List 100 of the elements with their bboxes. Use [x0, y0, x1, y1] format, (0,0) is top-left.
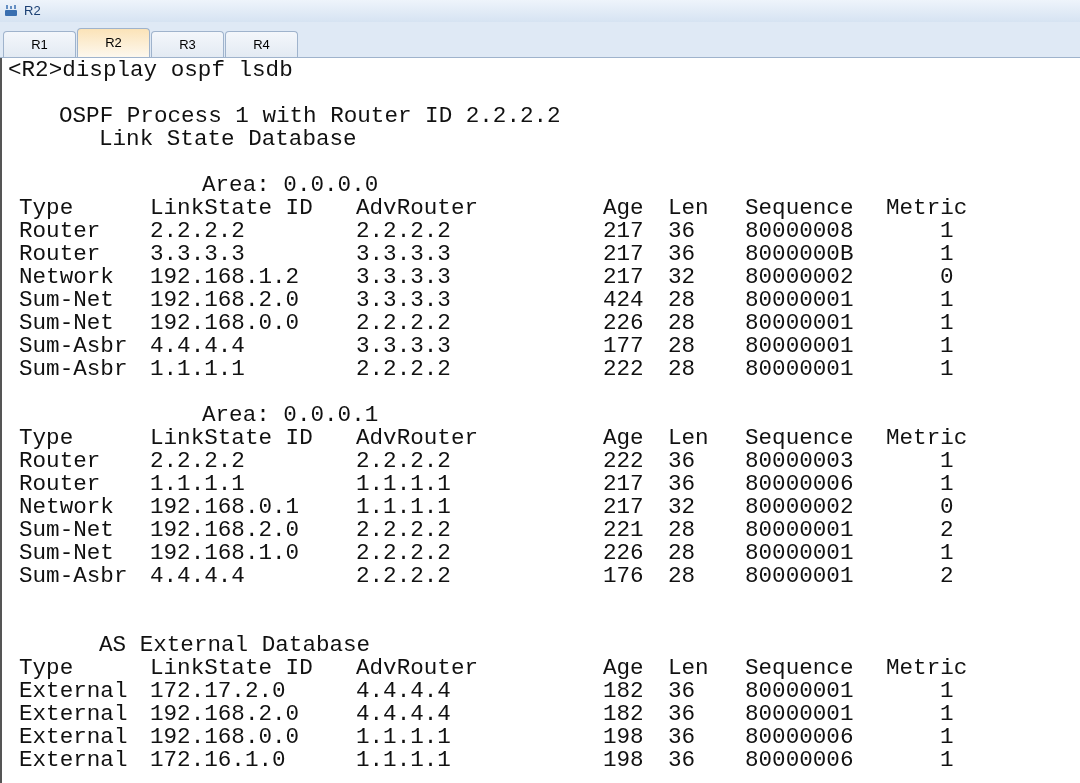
table-cell: 192.168.2.0: [150, 287, 300, 313]
table-cell: 2.2.2.2: [356, 517, 451, 543]
table-cell: Network: [19, 264, 114, 290]
table-cell: 226: [603, 310, 644, 336]
table-cell: 3.3.3.3: [356, 264, 451, 290]
database-heading: Link State Database: [99, 126, 357, 152]
table-cell: 2.2.2.2: [150, 218, 245, 244]
table-cell: 28: [668, 287, 696, 313]
table-cell: 192.168.2.0: [150, 701, 300, 727]
column-header: Len: [668, 425, 709, 451]
table-cell: 221: [603, 517, 644, 543]
table-cell: Sum-Net: [19, 540, 114, 566]
table-cell: 8000000B: [745, 241, 854, 267]
table-cell: 1: [940, 701, 954, 727]
table-cell: 2: [940, 563, 954, 589]
command-line: <R2>display ospf lsdb: [8, 57, 293, 83]
column-header: Age: [603, 655, 644, 681]
table-cell: 4.4.4.4: [356, 701, 451, 727]
table-cell: 192.168.0.1: [150, 494, 300, 520]
tab[interactable]: R1: [3, 31, 76, 57]
table-cell: 182: [603, 701, 644, 727]
table-cell: Router: [19, 218, 101, 244]
table-cell: 3.3.3.3: [356, 287, 451, 313]
table-cell: 1: [940, 310, 954, 336]
table-cell: 28: [668, 517, 696, 543]
column-header: LinkState ID: [150, 425, 313, 451]
table-cell: 36: [668, 471, 696, 497]
column-header: AdvRouter: [356, 195, 479, 221]
table-cell: 36: [668, 241, 696, 267]
table-cell: 217: [603, 471, 644, 497]
table-cell: External: [19, 678, 128, 704]
table-cell: 1: [940, 678, 954, 704]
table-cell: 192.168.2.0: [150, 517, 300, 543]
table-cell: 222: [603, 356, 644, 382]
table-cell: 2.2.2.2: [356, 218, 451, 244]
table-cell: Router: [19, 448, 101, 474]
table-cell: 2.2.2.2: [356, 356, 451, 382]
table-cell: 217: [603, 241, 644, 267]
table-cell: 1: [940, 471, 954, 497]
table-cell: 36: [668, 448, 696, 474]
table-cell: 3.3.3.3: [150, 241, 245, 267]
table-cell: 28: [668, 356, 696, 382]
table-cell: 1: [940, 448, 954, 474]
table-cell: 1: [940, 356, 954, 382]
table-cell: 217: [603, 494, 644, 520]
table-cell: 182: [603, 678, 644, 704]
table-cell: 28: [668, 310, 696, 336]
table-cell: 80000001: [745, 287, 854, 313]
column-header: Sequence: [745, 195, 854, 221]
table-cell: 0: [940, 494, 954, 520]
table-cell: Sum-Net: [19, 287, 114, 313]
table-cell: Router: [19, 471, 101, 497]
tab[interactable]: R4: [225, 31, 298, 57]
table-cell: 226: [603, 540, 644, 566]
table-cell: 176: [603, 563, 644, 589]
column-header: LinkState ID: [150, 655, 313, 681]
table-cell: 80000008: [745, 218, 854, 244]
table-cell: 1.1.1.1: [356, 747, 451, 773]
table-cell: 1.1.1.1: [356, 494, 451, 520]
column-header: Age: [603, 425, 644, 451]
column-header: AdvRouter: [356, 655, 479, 681]
section-heading: AS External Database: [99, 632, 371, 658]
column-header: AdvRouter: [356, 425, 479, 451]
column-header: Type: [19, 425, 74, 451]
table-cell: 80000001: [745, 310, 854, 336]
table-cell: 2.2.2.2: [356, 310, 451, 336]
table-cell: 28: [668, 333, 696, 359]
table-cell: 1: [940, 540, 954, 566]
table-cell: Sum-Asbr: [19, 563, 128, 589]
table-cell: 2.2.2.2: [356, 563, 451, 589]
table-cell: Network: [19, 494, 114, 520]
table-cell: 1: [940, 724, 954, 750]
table-cell: 222: [603, 448, 644, 474]
table-cell: 4.4.4.4: [356, 678, 451, 704]
table-cell: 32: [668, 494, 696, 520]
table-cell: 36: [668, 678, 696, 704]
table-cell: 2: [940, 517, 954, 543]
column-header: Metric: [886, 195, 968, 221]
table-cell: 424: [603, 287, 644, 313]
table-cell: 198: [603, 747, 644, 773]
table-cell: Sum-Asbr: [19, 356, 128, 382]
column-header: Len: [668, 655, 709, 681]
table-cell: 36: [668, 218, 696, 244]
table-cell: 192.168.0.0: [150, 310, 300, 336]
table-cell: 0: [940, 264, 954, 290]
column-header: Len: [668, 195, 709, 221]
table-cell: External: [19, 747, 128, 773]
table-cell: 1: [940, 241, 954, 267]
table-cell: 2.2.2.2: [356, 540, 451, 566]
table-cell: 80000001: [745, 517, 854, 543]
table-cell: 192.168.0.0: [150, 724, 300, 750]
table-cell: External: [19, 724, 128, 750]
table-cell: 80000006: [745, 724, 854, 750]
table-cell: Sum-Net: [19, 517, 114, 543]
table-cell: 3.3.3.3: [356, 333, 451, 359]
tab[interactable]: R3: [151, 31, 224, 57]
table-cell: 80000001: [745, 540, 854, 566]
tab[interactable]: R2: [77, 28, 150, 57]
column-header: Sequence: [745, 655, 854, 681]
table-cell: 36: [668, 747, 696, 773]
